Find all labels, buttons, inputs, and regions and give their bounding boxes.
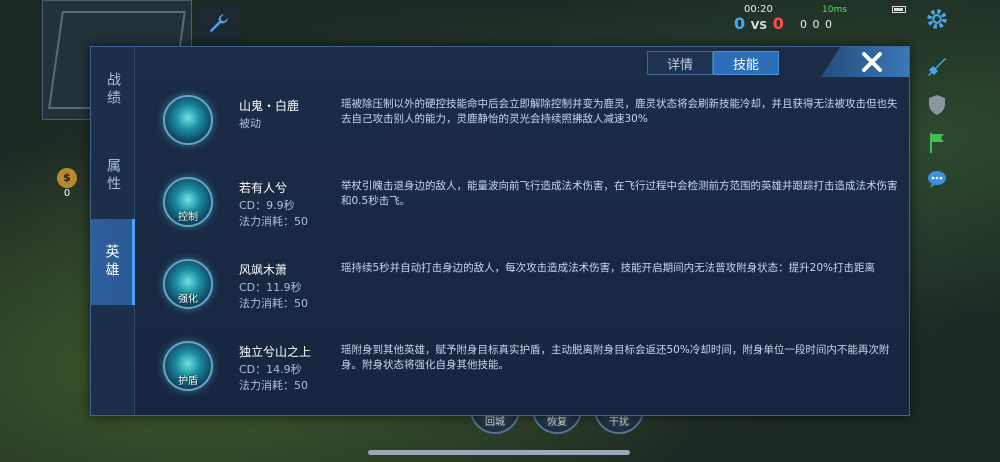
skill-row-3: 护盾 独立兮山之上 CD：14.9秒 法力消耗：50 瑶附身到其他英雄，赋予附身…: [135, 327, 909, 409]
skill-row-passive: 山鬼・白鹿 被动 瑶被除压制以外的硬控技能命中后会立即解除控制并变为鹿灵，鹿灵状…: [135, 81, 909, 163]
shield-icon: [929, 95, 945, 115]
skill-tag: 护盾: [178, 376, 198, 387]
close-button[interactable]: [821, 47, 909, 77]
skill-mana-cost: 法力消耗：50: [239, 215, 308, 228]
skill-row-2: 强化 风飒木萧 CD：11.9秒 法力消耗：50 瑶持续5秒并自动打击身边的敌人…: [135, 245, 909, 327]
skill-cooldown: CD：11.9秒: [239, 281, 302, 294]
defend-signal-button[interactable]: [920, 88, 954, 122]
skill-type: 被动: [239, 117, 261, 130]
attack-signal-button[interactable]: [920, 50, 954, 84]
wind-whirl-icon: 强化: [163, 259, 213, 309]
skill-name: 若有人兮: [239, 181, 288, 195]
side-tab-bar: 战绩 属性 英雄: [91, 47, 135, 415]
chat-button[interactable]: [920, 162, 954, 196]
hero-info-panel: 战绩 属性 英雄 详情 技能 山鬼・白鹿 被动 瑶被除压制以外的硬控技能命中后会…: [90, 46, 910, 416]
skill-description: 瑶被除压制以外的硬控技能命中后会立即解除控制并变为鹿灵，鹿灵状态将会刷新技能冷却…: [341, 98, 898, 125]
gear-icon: [927, 9, 947, 29]
tab-details[interactable]: 详情: [647, 51, 713, 75]
kda-stats: 0 0 0: [800, 18, 833, 31]
skill-cooldown: CD：9.9秒: [239, 199, 295, 212]
home-indicator[interactable]: [368, 450, 630, 455]
skill-description: 瑶附身到其他英雄，赋予附身目标真实护盾，主动脱离附身目标会返还50%冷却时间，附…: [341, 344, 890, 371]
skill-name: 风飒木萧: [239, 263, 288, 277]
skill-name: 山鬼・白鹿: [239, 99, 300, 113]
skill-cooldown: CD：14.9秒: [239, 363, 302, 376]
skill-description: 瑶持续5秒并自动打击身边的敌人，每次攻击造成法术伤害，技能开启期间内无法普攻附身…: [341, 262, 876, 274]
skill-mana-cost: 法力消耗：50: [239, 297, 308, 310]
energy-wave-icon: 控制: [163, 177, 213, 227]
skill-row-1: 控制 若有人兮 CD：9.9秒 法力消耗：50 举杖引魄击退身边的敌人，能量波向…: [135, 163, 909, 245]
tab-hero[interactable]: 英雄: [91, 219, 135, 305]
chat-bubble-icon: [928, 171, 946, 188]
tab-attributes[interactable]: 属性: [91, 133, 135, 219]
blue-score: 0: [734, 14, 746, 33]
skill-description: 举杖引魄击退身边的敌人，能量波向前飞行造成法术伤害，在飞行过程中会检测前方范围的…: [341, 180, 898, 207]
gold-amount: 0: [63, 188, 71, 199]
gold-counter: $ 0: [55, 168, 79, 208]
battery-icon: [892, 6, 906, 13]
skill-tag: 控制: [178, 212, 198, 223]
close-icon: [862, 52, 882, 72]
money-bag-icon: $: [57, 168, 77, 188]
gather-signal-button[interactable]: [920, 126, 954, 160]
sword-icon: [928, 58, 946, 76]
skill-list: 山鬼・白鹿 被动 瑶被除压制以外的硬控技能命中后会立即解除控制并变为鹿灵，鹿灵状…: [135, 81, 909, 415]
detail-tab-bar: 详情 技能: [647, 51, 779, 75]
wrench-icon: [209, 14, 228, 33]
match-status-bar: 00:20 10ms 0 VS 0 0 0 0: [730, 4, 910, 38]
shield-spirit-icon: 护盾: [163, 341, 213, 391]
skill-mana-cost: 法力消耗：50: [239, 379, 308, 392]
skill-tag: 强化: [178, 294, 198, 305]
settings-gear-button[interactable]: [920, 2, 954, 36]
settings-wrench-button[interactable]: [196, 4, 240, 44]
red-score: 0: [772, 14, 784, 33]
skill-name: 独立兮山之上: [239, 345, 312, 359]
tab-skills[interactable]: 技能: [713, 51, 779, 75]
deer-spirit-icon: [163, 95, 213, 145]
team-score: 0 VS 0: [734, 14, 784, 33]
ping-indicator: 10ms: [822, 5, 847, 15]
vs-label: VS: [750, 19, 768, 32]
tab-record[interactable]: 战绩: [91, 47, 135, 133]
flag-icon: [930, 133, 944, 153]
